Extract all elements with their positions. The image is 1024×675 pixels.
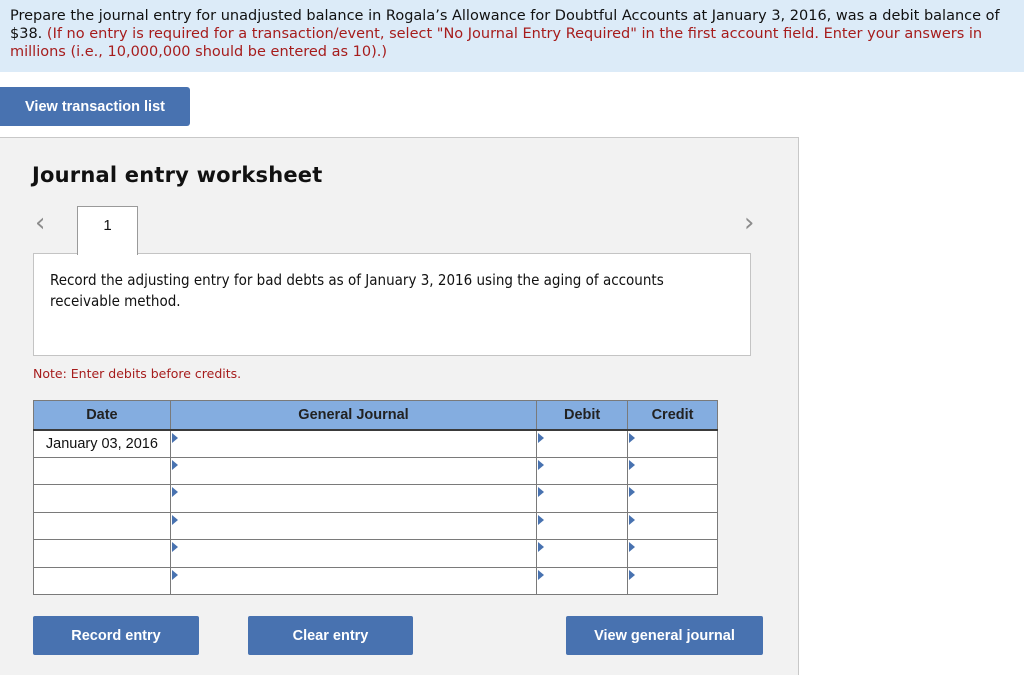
view-transaction-list-button[interactable]: View transaction list [0,87,190,126]
entry-description: Record the adjusting entry for bad debts… [50,271,664,310]
debit-input[interactable] [536,484,629,513]
credit-input[interactable] [627,429,718,458]
dropdown-marker-icon [171,432,178,443]
credit-input[interactable] [627,511,718,540]
input-marker-icon [629,542,636,552]
entry-description-box: Record the adjusting entry for bad debts… [33,253,751,356]
instructions-hint: (If no entry is required for a transacti… [10,26,983,60]
input-marker-icon [538,514,545,525]
header-debit: Debit [536,400,629,431]
table-row: January 03, 2016 [33,429,718,458]
input-marker-icon [629,569,636,580]
debit-input[interactable] [536,511,629,540]
debits-note: Note: Enter debits before credits. [33,366,242,381]
view-general-journal-button[interactable]: View general journal [566,616,763,655]
debit-input[interactable] [536,456,629,485]
account-select[interactable] [169,429,538,458]
table-row [33,566,718,595]
record-entry-button[interactable]: Record entry [33,616,199,655]
date-cell [33,539,171,568]
dropdown-marker-icon [171,569,178,580]
journal-header-row: Date General Journal Debit Credit [33,400,718,431]
account-select[interactable] [169,484,538,513]
clear-entry-button[interactable]: Clear entry [248,616,413,655]
input-marker-icon [538,432,545,443]
input-marker-icon [538,487,545,497]
account-select[interactable] [169,456,538,485]
credit-input[interactable] [627,484,718,513]
debit-input[interactable] [536,539,629,568]
chevron-right-icon[interactable]: › [744,210,754,236]
worksheet-title: Journal entry worksheet [32,163,323,187]
credit-input[interactable] [627,566,718,595]
table-row [33,456,718,485]
input-marker-icon [629,459,636,470]
input-marker-icon [538,542,545,552]
date-cell [33,484,171,513]
date-cell: January 03, 2016 [33,429,171,458]
date-cell [33,456,171,485]
header-credit: Credit [627,400,718,431]
table-row [33,484,718,513]
tab-entry-1[interactable]: 1 [77,206,138,255]
dropdown-marker-icon [171,459,178,470]
chevron-left-icon[interactable]: ‹ [35,210,45,236]
debit-input[interactable] [536,566,629,595]
input-marker-icon [538,459,545,470]
journal-entry-worksheet: Journal entry worksheet ‹ › 1 Record the… [0,137,799,675]
input-marker-icon [629,514,636,525]
instructions-banner: Prepare the journal entry for unadjusted… [0,0,1024,72]
input-marker-icon [538,569,545,580]
table-row [33,511,718,540]
dropdown-marker-icon [171,514,178,525]
input-marker-icon [629,432,636,443]
date-cell [33,511,171,540]
dropdown-marker-icon [171,487,178,497]
account-select[interactable] [169,539,538,568]
account-select[interactable] [169,566,538,595]
debit-input[interactable] [536,429,629,458]
table-row [33,539,718,568]
date-cell [33,566,171,595]
credit-input[interactable] [627,539,718,568]
credit-input[interactable] [627,456,718,485]
account-select[interactable] [169,511,538,540]
journal-table: Date General Journal Debit Credit Januar… [33,400,718,595]
header-date: Date [33,400,171,431]
input-marker-icon [629,487,636,497]
header-general-journal: General Journal [169,400,538,431]
dropdown-marker-icon [171,542,178,552]
